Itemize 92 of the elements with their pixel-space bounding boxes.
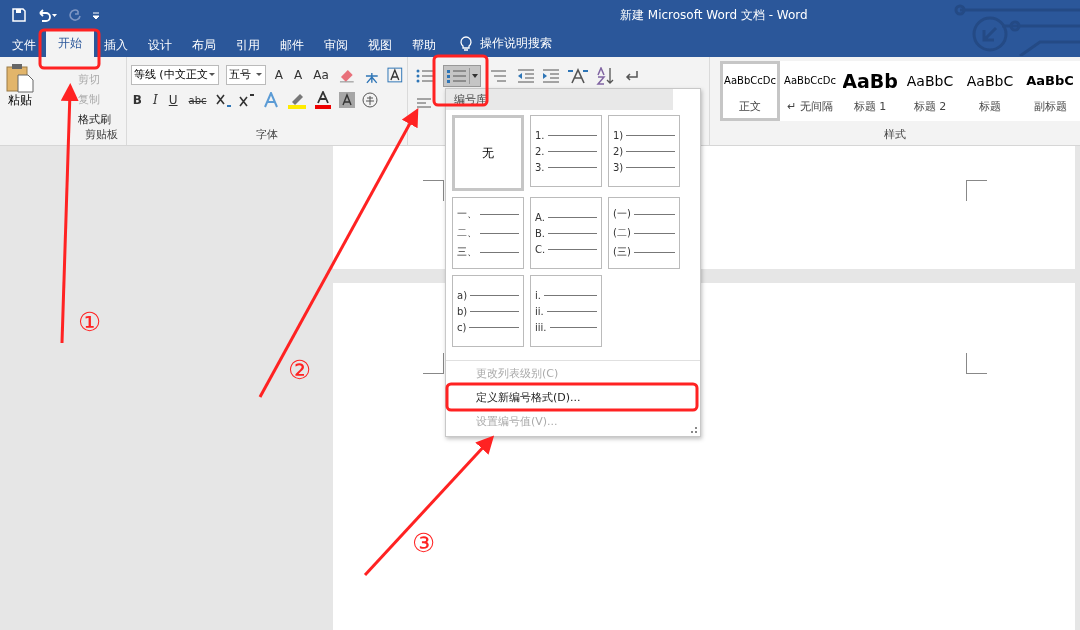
align-left-icon[interactable]: [415, 97, 432, 111]
superscript-icon[interactable]: [238, 93, 255, 107]
list-marker: c): [457, 321, 467, 333]
font-name-field[interactable]: 等线 (中文正文: [130, 65, 219, 85]
ribbon-tab[interactable]: 视图: [358, 33, 402, 57]
undo-icon[interactable]: [36, 8, 58, 22]
char-border-icon[interactable]: [387, 67, 403, 83]
list-marker: b): [457, 305, 468, 317]
font-tool-button[interactable]: A: [272, 68, 286, 82]
list-marker: iii.: [535, 321, 547, 333]
numbering-format[interactable]: 1) 2) 3): [608, 115, 680, 187]
text-effect-icon[interactable]: [261, 92, 280, 108]
eraser-icon[interactable]: [337, 67, 356, 83]
list-marker: B.: [535, 227, 546, 239]
numbering-format[interactable]: 一、 二、 三、: [452, 197, 524, 269]
font-size-field[interactable]: 五号: [225, 65, 266, 85]
format-button[interactable]: U: [166, 93, 180, 107]
paste-button[interactable]: 粘贴: [4, 61, 36, 128]
list-marker: 1): [613, 129, 624, 141]
list-marker: i.: [535, 289, 541, 301]
ribbon-tab[interactable]: 插入: [94, 33, 138, 57]
asian-layout-icon[interactable]: [566, 68, 589, 84]
customize-icon[interactable]: [92, 10, 100, 20]
group-label: 剪贴板: [83, 127, 119, 142]
list-marker: 1.: [535, 129, 545, 141]
list-marker: C.: [535, 243, 546, 255]
format-button[interactable]: I: [151, 93, 160, 107]
list-marker: 2.: [535, 145, 545, 157]
ribbon-tab[interactable]: 帮助: [402, 33, 446, 57]
numbering-format[interactable]: 无: [452, 115, 524, 191]
sort-icon[interactable]: [595, 67, 616, 85]
char-shading-icon[interactable]: [338, 92, 355, 108]
numbering-format[interactable]: 1. 2. 3.: [530, 115, 602, 187]
list-marker: 2): [613, 145, 624, 157]
group-label: 字体: [254, 127, 279, 142]
ribbon-tab[interactable]: 开始: [46, 30, 94, 57]
clipboard-command[interactable]: 格式刷: [38, 111, 113, 128]
ribbon-tab[interactable]: 审阅: [314, 33, 358, 57]
numbering-format[interactable]: A. B. C.: [530, 197, 602, 269]
group-label: 样式: [883, 127, 907, 142]
style-item[interactable]: AaBbCcDc 正文: [720, 61, 780, 121]
font-color-icon[interactable]: [313, 91, 332, 109]
enclose-char-icon[interactable]: [361, 92, 378, 108]
tell-me-search[interactable]: 操作说明搜索: [480, 36, 552, 57]
list-marker: 二、: [457, 226, 477, 240]
list-marker: A.: [535, 211, 545, 223]
ribbon-tab[interactable]: 设计: [138, 33, 182, 57]
menu-item[interactable]: 定义新编号格式(D)...: [446, 387, 700, 411]
style-item[interactable]: AaBb 标题 1: [840, 61, 900, 121]
list-marker: a): [457, 289, 468, 301]
font-tool-button[interactable]: A: [292, 68, 305, 82]
subscript-icon[interactable]: [215, 93, 232, 107]
caret-icon: [471, 74, 478, 78]
numbering-format[interactable]: (一) (二) (三): [608, 197, 680, 269]
ribbon-tab[interactable]: 布局: [182, 33, 226, 57]
style-item[interactable]: AaBbC 标题: [960, 61, 1020, 121]
ribbon-tab[interactable]: 邮件: [270, 33, 314, 57]
numbering-format[interactable]: i. ii. iii.: [530, 275, 602, 347]
list-marker: ii.: [535, 305, 544, 317]
step-number: ②: [288, 357, 312, 383]
increase-indent-icon[interactable]: [541, 68, 560, 84]
decrease-indent-icon[interactable]: [516, 68, 535, 84]
highlight-frame: [38, 28, 101, 70]
numbering-button[interactable]: [442, 65, 481, 87]
format-button[interactable]: B: [130, 93, 144, 107]
bullets-icon[interactable]: [415, 68, 436, 84]
style-item[interactable]: AaBbC 标题 2: [900, 61, 960, 121]
step-number: ③: [412, 530, 436, 556]
save-icon[interactable]: [12, 8, 26, 22]
style-item[interactable]: AaBbCcDc ↵ 无间隔: [780, 61, 840, 121]
list-marker: (三): [613, 245, 631, 259]
redo-icon[interactable]: [68, 8, 82, 22]
list-marker: 3): [613, 161, 624, 173]
ribbon-tab[interactable]: 引用: [226, 33, 270, 57]
numbering-format[interactable]: a) b) c): [452, 275, 524, 347]
list-marker: (一): [613, 207, 631, 221]
font-tool-button[interactable]: Aa: [311, 68, 331, 82]
clipboard-icon: [6, 63, 34, 93]
step-number: ①: [78, 309, 102, 335]
resize-grip-icon[interactable]: [691, 427, 697, 433]
window-title: 新建 Microsoft Word 文档 - Word: [620, 7, 808, 24]
list-marker: (二): [613, 226, 631, 240]
highlight-frame: [432, 54, 489, 107]
list-marker: 3.: [535, 161, 545, 173]
numbering-icon: [446, 68, 467, 84]
list-marker: 三、: [457, 245, 477, 259]
style-item[interactable]: AaBbC 副标题: [1020, 61, 1080, 121]
format-button[interactable]: abc: [186, 94, 209, 106]
ribbon-tab[interactable]: 文件: [2, 33, 46, 57]
lightbulb-icon[interactable]: [460, 35, 472, 51]
list-marker: 一、: [457, 207, 477, 221]
highlighter-icon[interactable]: [286, 91, 307, 109]
